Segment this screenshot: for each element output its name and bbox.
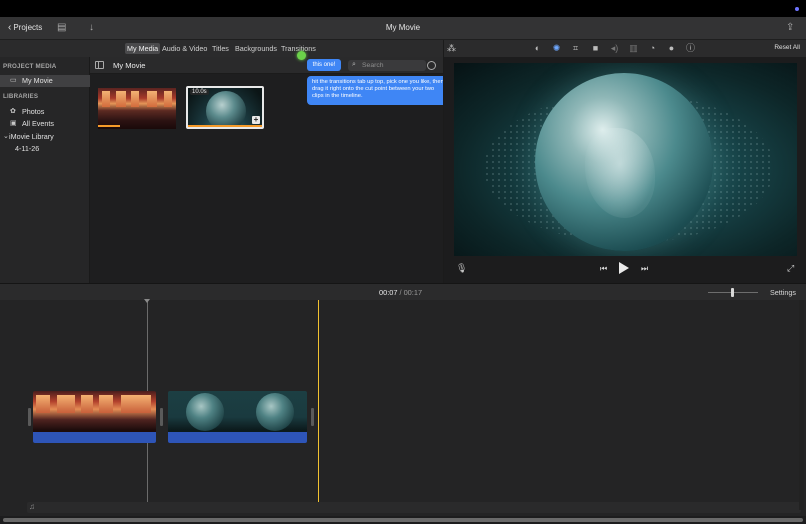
microphone-icon[interactable]: 🎙 xyxy=(456,263,467,274)
viewer-toolbar: ⁂ ◐ ✺ ⌗ ■ ◂) ▥ ◔ ● ⓘ Reset All xyxy=(443,40,806,57)
sidebar-item-photos[interactable]: ✿ Photos xyxy=(0,106,90,118)
tab-audio-video[interactable]: Audio & Video xyxy=(160,43,209,54)
events-icon: ▣ xyxy=(10,120,17,127)
current-time: 00:07 xyxy=(379,288,398,297)
media-clip-globe[interactable]: 10.0s + xyxy=(186,86,264,129)
viewer-panel: 🎙 ⏮ ⏭ ⤢ xyxy=(443,57,806,283)
sidebar-item-label: My Movie xyxy=(22,76,53,85)
disclosure-down-icon[interactable]: ⌄ xyxy=(3,131,9,143)
timecode: 00:07/00:17 xyxy=(379,288,422,297)
speed-icon[interactable]: ◔ xyxy=(647,43,658,54)
volume-icon[interactable]: ◂) xyxy=(609,43,620,54)
browser-header: My Movie ⌕ xyxy=(90,57,443,74)
clip-audio-track xyxy=(168,432,307,443)
share-icon[interactable]: ⇪ xyxy=(786,22,794,33)
sidebar-item-label: 4-11-26 xyxy=(15,144,40,153)
skip-back-icon[interactable]: ⏮ xyxy=(600,264,607,274)
total-duration: 00:17 xyxy=(403,288,423,297)
magic-wand-icon[interactable]: ⁂ xyxy=(446,43,457,54)
clip-trim-handle[interactable] xyxy=(28,408,31,426)
info-icon[interactable]: ⓘ xyxy=(685,43,696,54)
libraries-header: LIBRARIES xyxy=(3,93,39,100)
horizontal-scrollbar[interactable] xyxy=(0,516,806,524)
clip-audio-track xyxy=(33,432,156,443)
video-preview[interactable] xyxy=(454,63,797,256)
search-field[interactable]: ⌕ xyxy=(348,60,426,71)
tab-titles[interactable]: Titles xyxy=(210,43,231,54)
crop-icon[interactable]: ⌗ xyxy=(570,43,581,54)
photos-icon: ✿ xyxy=(10,108,16,115)
skip-forward-icon[interactable]: ⏭ xyxy=(641,264,648,274)
play-icon[interactable] xyxy=(619,262,629,274)
used-range-bar xyxy=(188,125,262,127)
sidebar-item-event[interactable]: 4-11-26 xyxy=(0,143,90,155)
timeline[interactable]: ♫ xyxy=(0,299,806,524)
search-icon: ⌕ xyxy=(352,61,356,68)
clip-trim-handle[interactable] xyxy=(311,408,314,426)
add-clip-icon[interactable]: + xyxy=(252,116,260,124)
stabilization-icon[interactable]: ■ xyxy=(590,43,601,54)
sidebar-item-all-events[interactable]: ▣ All Events xyxy=(0,118,90,130)
menu-bar-area xyxy=(0,0,806,17)
media-tab-bar: My Media Audio & Video Titles Background… xyxy=(0,40,443,57)
tab-my-media[interactable]: My Media xyxy=(125,43,161,54)
vertical-scrollbar[interactable] xyxy=(799,300,804,510)
timeline-header: 00:07/00:17 Settings xyxy=(0,283,806,300)
timeline-settings-button[interactable]: Settings xyxy=(770,288,796,297)
music-note-icon: ♫ xyxy=(29,502,35,511)
color-correction-icon[interactable]: ✺ xyxy=(551,43,562,54)
playhead[interactable] xyxy=(318,300,319,510)
sidebar-item-label: All Events xyxy=(22,119,54,128)
globe-thumbnail xyxy=(206,91,246,127)
sidebar-item-label: Photos xyxy=(22,107,45,116)
tab-backgrounds[interactable]: Backgrounds xyxy=(233,43,279,54)
project-media-header: PROJECT MEDIA xyxy=(3,63,57,70)
clip-filter-icon[interactable]: ● xyxy=(666,43,677,54)
earth-globe-image xyxy=(535,73,713,251)
skimmer-head[interactable] xyxy=(144,299,150,303)
color-balance-icon[interactable]: ◐ xyxy=(532,43,543,54)
clip-trim-handle[interactable] xyxy=(160,408,163,426)
background-music-well[interactable]: ♫ xyxy=(27,502,801,513)
browser-title: My Movie xyxy=(113,61,146,70)
timeline-clip-restaurant[interactable] xyxy=(33,391,156,443)
fullscreen-icon[interactable]: ⤢ xyxy=(787,263,794,274)
annotation-bubble-small: this one! xyxy=(307,59,341,71)
sidebar-toggle-icon[interactable] xyxy=(95,61,104,69)
scrollbar-thumb[interactable] xyxy=(3,518,803,522)
cursor-highlight xyxy=(297,51,306,60)
search-input[interactable] xyxy=(362,60,422,71)
timeline-clip-globe[interactable] xyxy=(168,391,307,443)
used-range-bar xyxy=(98,125,120,127)
sidebar-item-label: iMovie Library xyxy=(9,132,54,141)
reset-all-button[interactable]: Reset All xyxy=(774,44,800,51)
media-clip-restaurant[interactable] xyxy=(98,88,176,129)
notification-dot xyxy=(795,7,799,11)
sidebar-item-my-movie[interactable]: ▭ My Movie xyxy=(0,75,90,87)
noise-reduction-icon[interactable]: ▥ xyxy=(628,43,639,54)
time-separator: / xyxy=(399,288,402,297)
clip-duration-badge: 10.0s xyxy=(190,89,209,95)
zoom-slider-knob[interactable] xyxy=(731,288,734,297)
window-title: My Movie xyxy=(385,23,421,32)
sidebar-item-imovie-library[interactable]: ⌄ iMovie Library xyxy=(0,131,90,143)
filter-icon[interactable] xyxy=(427,61,436,70)
libraries-sidebar: PROJECT MEDIA ▭ My Movie LIBRARIES ✿ Pho… xyxy=(0,57,90,283)
annotation-bubble-instructions: hit the transitions tab up top, pick one… xyxy=(307,76,449,105)
film-icon: ▭ xyxy=(10,77,17,84)
title-bar: ‹ Projects ▤ ↓ My Movie ⇪ xyxy=(0,17,806,40)
